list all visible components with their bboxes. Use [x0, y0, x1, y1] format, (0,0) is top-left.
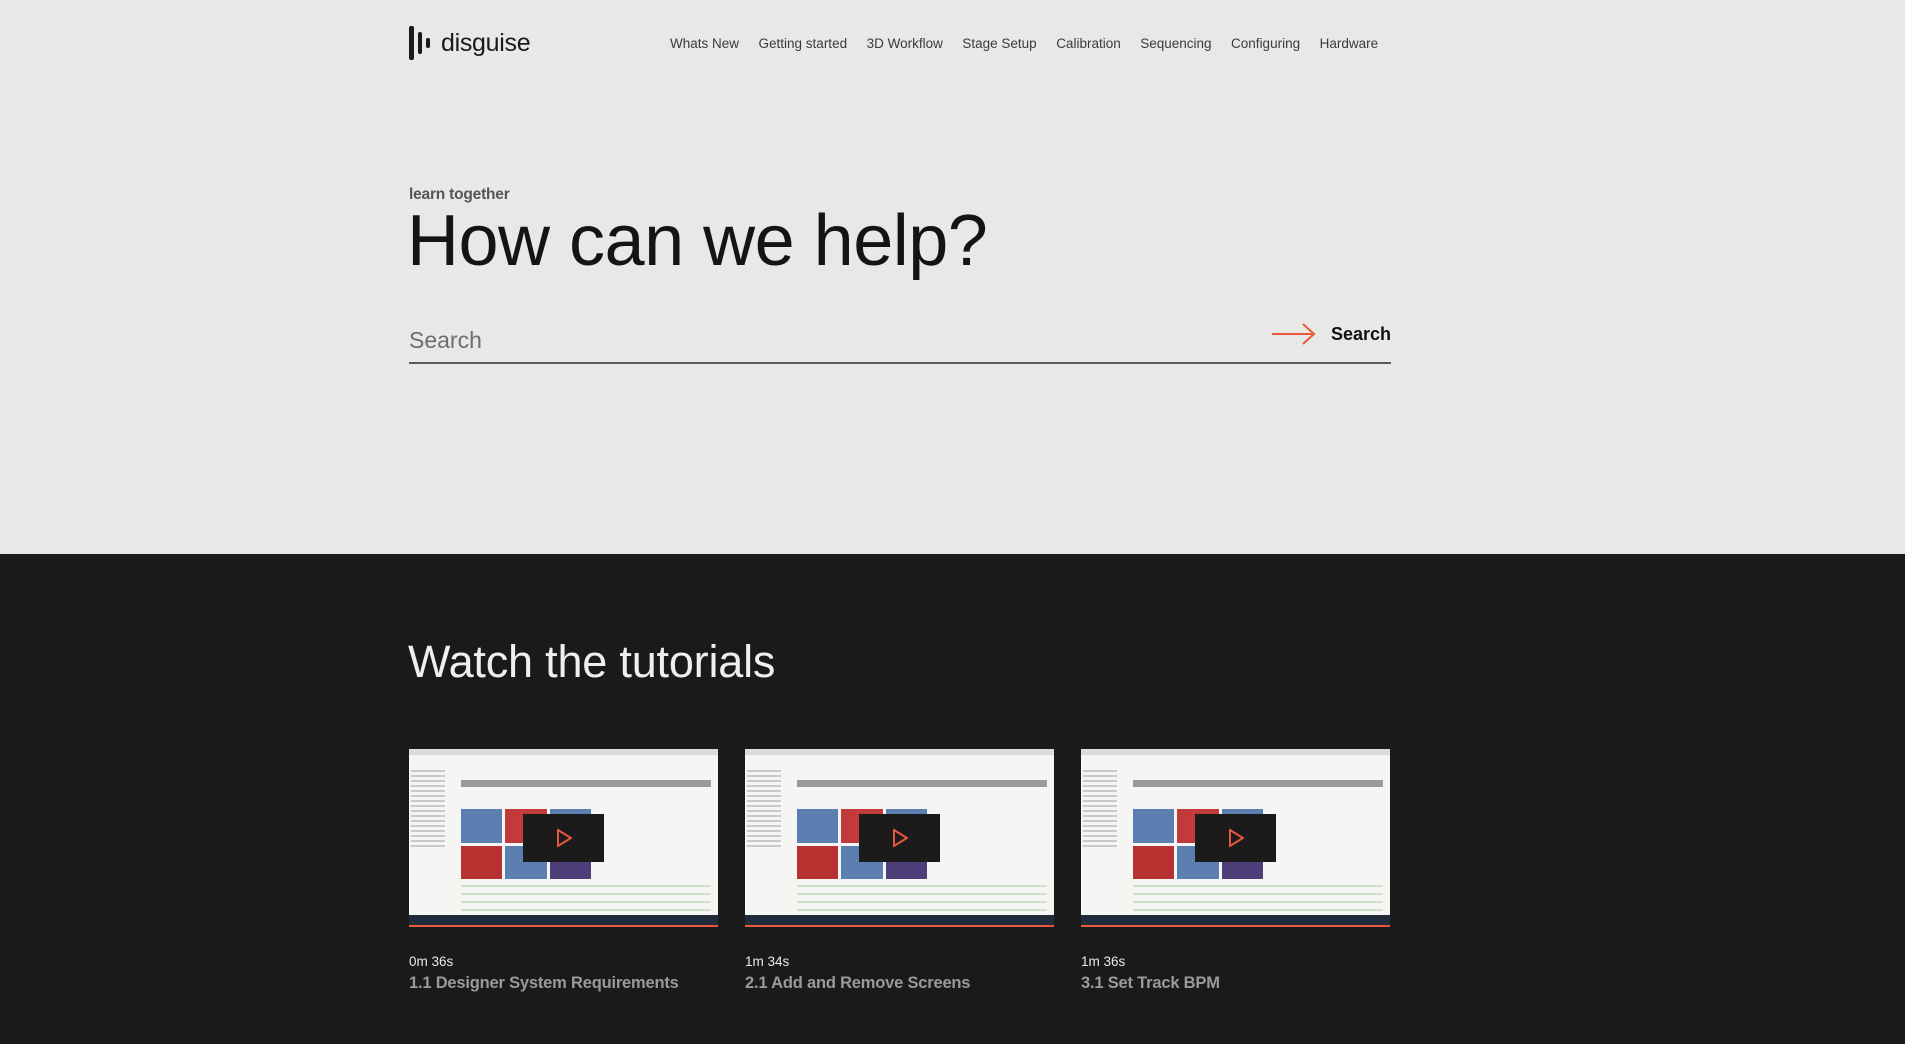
tutorial-title[interactable]: 2.1 Add and Remove Screens	[745, 974, 1054, 993]
disguise-logo-icon	[409, 26, 433, 60]
nav-item-sequencing[interactable]: Sequencing	[1140, 36, 1211, 51]
tutorial-title[interactable]: 1.1 Designer System Requirements	[409, 974, 718, 993]
video-duration: 1m 36s	[1081, 954, 1126, 969]
play-icon	[892, 829, 908, 847]
video-duration: 1m 34s	[745, 954, 790, 969]
search-bar: Search	[409, 314, 1391, 364]
video-thumbnail[interactable]	[745, 749, 1054, 927]
search-input[interactable]	[409, 320, 1229, 360]
nav-item-3d-workflow[interactable]: 3D Workflow	[867, 36, 943, 51]
tutorial-card[interactable]: 1m 34s 2.1 Add and Remove Screens	[745, 749, 1054, 993]
nav-item-whats-new[interactable]: Whats New	[670, 36, 739, 51]
play-icon	[1228, 829, 1244, 847]
video-thumbnail[interactable]	[1081, 749, 1390, 927]
play-button[interactable]	[859, 814, 940, 862]
tutorial-title[interactable]: 3.1 Set Track BPM	[1081, 974, 1390, 993]
brand-name: disguise	[441, 28, 531, 57]
site-header: disguise Whats New Getting started 3D Wo…	[0, 0, 1905, 90]
tutorial-card[interactable]: 0m 36s 1.1 Designer System Requirements	[409, 749, 718, 993]
nav-item-configuring[interactable]: Configuring	[1231, 36, 1300, 51]
page-title: How can we help?	[407, 201, 988, 281]
play-icon	[556, 829, 572, 847]
arrow-right-icon	[1271, 323, 1316, 345]
nav-item-calibration[interactable]: Calibration	[1056, 36, 1121, 51]
tutorial-list: 0m 36s 1.1 Designer System Requirements …	[409, 749, 1390, 993]
nav-item-hardware[interactable]: Hardware	[1320, 36, 1379, 51]
play-button[interactable]	[1195, 814, 1276, 862]
search-button-label: Search	[1330, 323, 1391, 344]
tutorials-section: Watch the tutorials 0m 36s 1.1 Designer …	[0, 554, 1905, 1044]
nav-item-getting-started[interactable]: Getting started	[759, 36, 848, 51]
video-thumbnail[interactable]	[409, 749, 718, 927]
tutorials-heading: Watch the tutorials	[408, 636, 776, 687]
brand-logo[interactable]: disguise	[409, 26, 531, 60]
search-button[interactable]: Search	[1271, 322, 1391, 346]
video-duration: 0m 36s	[409, 954, 454, 969]
tutorial-card[interactable]: 1m 36s 3.1 Set Track BPM	[1081, 749, 1390, 993]
nav-item-stage-setup[interactable]: Stage Setup	[962, 36, 1036, 51]
main-nav: Whats New Getting started 3D Workflow St…	[670, 36, 1398, 51]
play-button[interactable]	[523, 814, 604, 862]
